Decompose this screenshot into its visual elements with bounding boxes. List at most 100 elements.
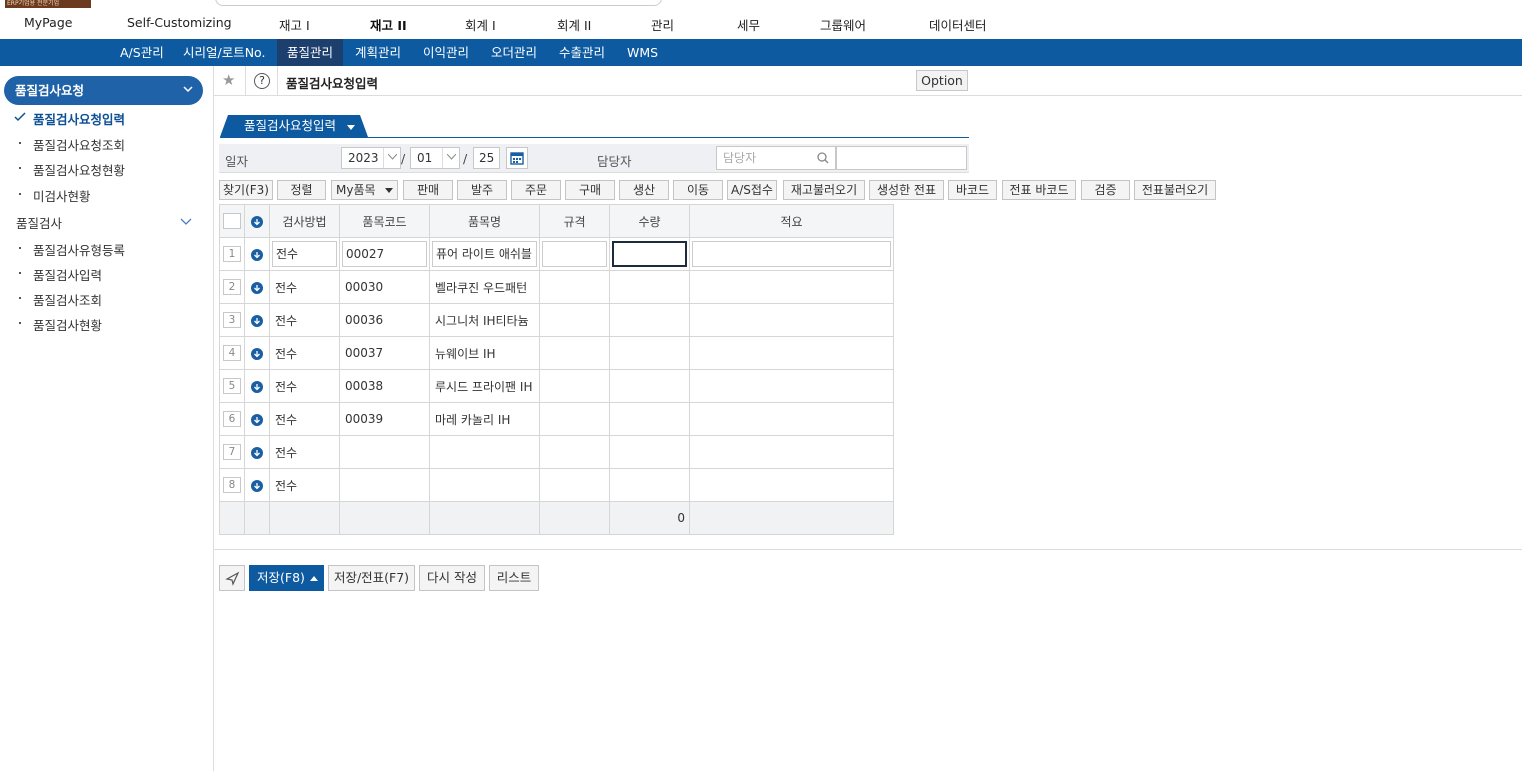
spec-input[interactable] [542,241,607,267]
slip-barcode-button[interactable]: 전표 바코드 [1002,180,1076,200]
production-button[interactable]: 생산 [619,180,669,200]
remarks-cell[interactable] [689,270,894,304]
method-cell[interactable]: 전수 [269,468,340,502]
table-row[interactable]: 4 전수 00037 뉴웨이브 IH [219,336,894,370]
method-cell[interactable]: 전수 [269,402,340,436]
subnav-export[interactable]: 수출관리 [549,39,615,66]
header-quantity[interactable]: 수량 [609,204,690,238]
download-icon[interactable] [251,347,263,360]
item-code-input[interactable]: 00027 [342,241,427,267]
quantity-input[interactable] [612,241,687,267]
star-icon[interactable]: ★ [222,71,235,89]
item-code-cell[interactable]: 00036 [339,303,430,337]
table-row[interactable]: 1 전수 00027 퓨어 라이트 애쉬블 [219,237,894,271]
item-name-cell[interactable] [429,435,540,469]
download-icon[interactable] [251,215,263,228]
sidebar-group-quality-inspection[interactable]: 품질검사 [16,213,196,232]
row-number-cell[interactable]: 1 [219,237,245,271]
validate-button[interactable]: 검증 [1081,180,1130,200]
sidebar-item-request-input[interactable]: 품질검사요청입력 [14,109,125,128]
row-download-cell[interactable] [244,468,270,502]
download-icon[interactable] [251,446,263,459]
remarks-cell[interactable] [689,402,894,436]
sidebar-item-uninspected[interactable]: 미검사현황 [16,186,91,205]
manager-code-input[interactable]: 담당자 [716,146,812,170]
header-method[interactable]: 검사방법 [269,204,340,238]
purchase-button[interactable]: 구매 [565,180,615,200]
topnav-self-customizing[interactable]: Self-Customizing [127,15,232,30]
subnav-planning[interactable]: 계획관리 [345,39,411,66]
header-spec[interactable]: 규격 [539,204,610,238]
spec-cell[interactable] [539,402,610,436]
spec-cell[interactable] [539,303,610,337]
purchase-order-button[interactable]: 발주 [457,180,507,200]
help-icon[interactable]: ? [254,73,270,89]
spec-cell[interactable] [539,468,610,502]
load-slip-button[interactable]: 전표불러오기 [1134,180,1216,200]
option-button[interactable]: Option [916,70,968,91]
item-code-cell[interactable]: 00027 [339,237,430,271]
item-name-cell[interactable] [429,468,540,502]
row-number-cell[interactable]: 2 [219,270,245,304]
method-input[interactable]: 전수 [272,241,337,267]
item-code-cell[interactable]: 00039 [339,402,430,436]
method-cell[interactable]: 전수 [269,435,340,469]
transfer-button[interactable]: 이동 [673,180,723,200]
rewrite-button[interactable]: 다시 작성 [419,565,485,591]
sidebar-item-inspection-input[interactable]: 품질검사입력 [16,265,102,284]
as-receipt-button[interactable]: A/S접수 [727,180,777,200]
row-number-cell[interactable]: 5 [219,369,245,403]
topnav-inventory-1[interactable]: 재고 I [279,15,310,34]
quantity-cell[interactable] [609,237,690,271]
subnav-profit[interactable]: 이익관리 [413,39,479,66]
item-code-cell[interactable] [339,435,430,469]
send-icon[interactable] [219,565,245,591]
year-select[interactable]: 2023 [341,147,401,169]
spec-cell[interactable] [539,270,610,304]
sidebar-item-type-register[interactable]: 품질검사유형등록 [16,240,125,259]
download-icon[interactable] [251,413,263,426]
sidebar-item-request-query[interactable]: 품질검사요청조회 [16,135,125,154]
row-download-cell[interactable] [244,270,270,304]
item-name-cell[interactable]: 벨라쿠진 우드패턴 [429,270,540,304]
select-all-header[interactable] [219,204,245,238]
item-name-cell[interactable]: 퓨어 라이트 애쉬블 [429,237,540,271]
row-number-cell[interactable]: 6 [219,402,245,436]
topnav-groupware[interactable]: 그룹웨어 [820,15,866,34]
created-slip-button[interactable]: 생성한 전표 [869,180,944,200]
download-icon[interactable] [251,314,263,327]
download-icon[interactable] [251,380,263,393]
month-select[interactable]: 01 [410,147,460,169]
row-number-cell[interactable]: 7 [219,435,245,469]
quantity-cell[interactable] [609,303,690,337]
quantity-cell[interactable] [609,468,690,502]
row-download-cell[interactable] [244,303,270,337]
method-cell[interactable]: 전수 [269,369,340,403]
table-row[interactable]: 8 전수 [219,468,894,502]
subnav-wms[interactable]: WMS [617,39,668,66]
table-row[interactable]: 7 전수 [219,435,894,469]
item-name-cell[interactable]: 마레 카놀리 IH [429,402,540,436]
calendar-icon[interactable] [506,147,528,169]
row-download-cell[interactable] [244,369,270,403]
global-search-box[interactable] [215,0,662,6]
row-download-cell[interactable] [244,435,270,469]
subnav-as[interactable]: A/S관리 [110,39,174,66]
list-button[interactable]: 리스트 [489,565,539,591]
download-icon[interactable] [251,248,263,261]
header-remarks[interactable]: 적요 [689,204,894,238]
topnav-inventory-2[interactable]: 재고 II [370,15,407,34]
topnav-tax[interactable]: 세무 [737,15,760,34]
topnav-data-center[interactable]: 데이터센터 [929,15,987,34]
row-number-cell[interactable]: 3 [219,303,245,337]
item-code-cell[interactable]: 00038 [339,369,430,403]
save-button[interactable]: 저장(F8) [249,565,324,591]
quantity-cell[interactable] [609,435,690,469]
download-header[interactable] [244,204,270,238]
topnav-accounting-2[interactable]: 회계 II [557,15,591,34]
remarks-cell[interactable] [689,336,894,370]
header-item-code[interactable]: 품목코드 [339,204,430,238]
subnav-quality[interactable]: 품질관리 [277,39,344,66]
header-item-name[interactable]: 품목명 [429,204,540,238]
quantity-cell[interactable] [609,270,690,304]
